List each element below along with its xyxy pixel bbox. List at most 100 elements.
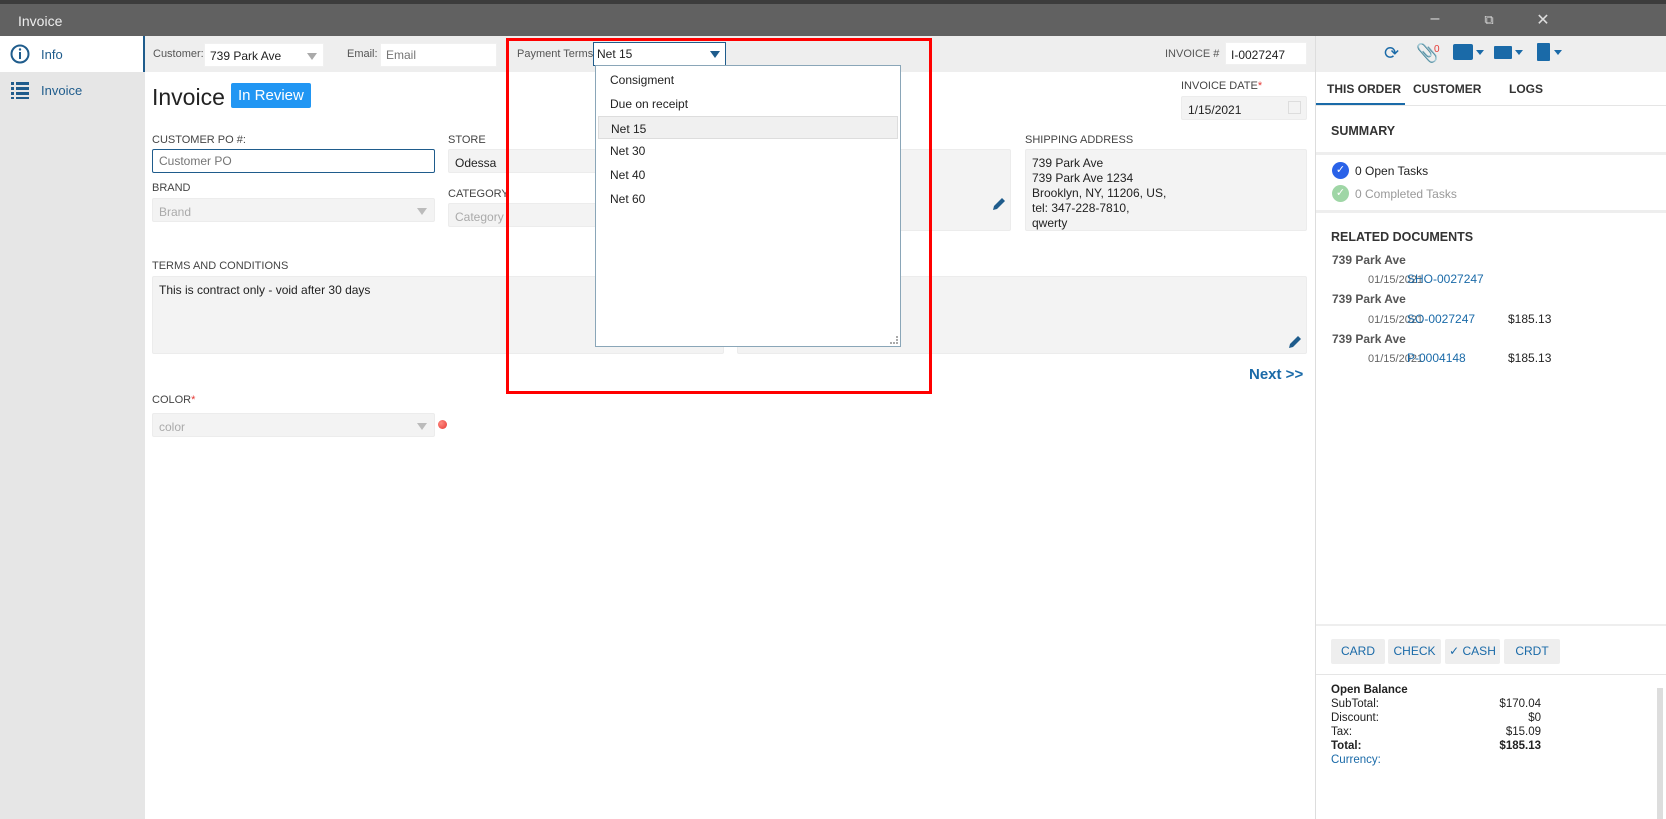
checkmark-icon: ✓: [1449, 644, 1463, 658]
check-button[interactable]: CHECK: [1388, 639, 1441, 664]
color-select[interactable]: color: [152, 413, 435, 437]
next-button[interactable]: Next >>: [1249, 366, 1303, 383]
color-label: COLOR*: [152, 394, 196, 406]
customer-value: 739 Park Ave: [210, 49, 282, 63]
edit-pencil-icon[interactable]: [991, 196, 1007, 212]
total-row: Total: $185.13: [1331, 740, 1541, 752]
sidebar-item-info[interactable]: Info: [0, 36, 145, 72]
category-select[interactable]: Category: [448, 203, 598, 227]
divider: [1316, 152, 1666, 155]
chevron-down-icon: [307, 53, 317, 60]
list-icon: [11, 82, 29, 99]
brand-label: BRAND: [152, 182, 191, 194]
option-net-60[interactable]: Net 60: [598, 187, 898, 210]
invoice-date-label: INVOICE DATE*: [1181, 80, 1263, 92]
divider: [1316, 624, 1666, 626]
option-due-on-receipt[interactable]: Due on receipt: [598, 92, 898, 115]
sidebar-item-label: Invoice: [41, 83, 83, 98]
status-badge: In Review: [231, 83, 311, 108]
tax-value: $15.09: [1505, 726, 1541, 738]
edit-pencil-icon[interactable]: [1287, 334, 1303, 350]
completed-tasks[interactable]: 0 Completed Tasks: [1355, 187, 1457, 201]
check-circle-icon: ✓: [1332, 185, 1349, 202]
chevron-down-icon[interactable]: [1515, 50, 1523, 55]
tab-logs[interactable]: LOGS: [1509, 82, 1543, 96]
document-name: 739 Park Ave: [1332, 292, 1406, 306]
divider: [1316, 210, 1666, 213]
print-icon[interactable]: [1453, 44, 1473, 60]
document-link[interactable]: SO-0027247: [1407, 312, 1475, 326]
document-link[interactable]: SHO-0027247: [1407, 272, 1484, 286]
sidebar: Info Invoice: [0, 36, 145, 819]
payment-terms-select[interactable]: Net 15: [593, 42, 726, 66]
category-label: CATEGORY: [448, 188, 509, 200]
document-link[interactable]: P-0004148: [1407, 351, 1466, 365]
currency-link[interactable]: Currency:: [1331, 754, 1541, 766]
chevron-down-icon: [710, 51, 720, 58]
store-select[interactable]: Odessa: [448, 149, 598, 173]
discount-value: $0: [1528, 712, 1541, 724]
sidebar-item-label: Info: [41, 47, 63, 62]
cash-label: CASH: [1462, 644, 1496, 658]
brand-select[interactable]: Brand: [152, 198, 435, 222]
tab-customer[interactable]: CUSTOMER: [1413, 82, 1481, 96]
tab-this-order[interactable]: THIS ORDER: [1327, 82, 1401, 96]
calendar-icon[interactable]: [1288, 101, 1301, 114]
address-line: Brooklyn, NY, 11206, US,: [1032, 186, 1167, 200]
credit-button[interactable]: CRDT: [1504, 639, 1560, 664]
invoice-number-label: INVOICE #: [1165, 48, 1220, 60]
terms-label: TERMS AND CONDITIONS: [152, 260, 289, 272]
color-placeholder: color: [159, 420, 186, 434]
shipping-address-box: 739 Park Ave 739 Park Ave 1234 Brooklyn,…: [1025, 149, 1307, 231]
check-circle-icon: ✓: [1332, 162, 1349, 179]
action-bar: ⟳ 📎 0: [1316, 36, 1666, 72]
invoice-date-label-text: INVOICE DATE: [1181, 80, 1258, 92]
info-icon: [10, 44, 30, 64]
document-icon[interactable]: [1537, 43, 1550, 61]
cash-button[interactable]: ✓ CASH: [1445, 639, 1500, 664]
address-line: 739 Park Ave 1234: [1032, 171, 1134, 185]
open-tasks[interactable]: 0 Open Tasks: [1355, 164, 1428, 178]
customer-po-label: CUSTOMER PO #:: [152, 134, 246, 146]
refresh-icon[interactable]: ⟳: [1384, 43, 1399, 64]
card-button[interactable]: CARD: [1331, 639, 1385, 664]
chevron-down-icon: [417, 208, 427, 215]
option-net-15[interactable]: Net 15: [598, 116, 898, 139]
subtotal-value: $170.04: [1499, 698, 1541, 710]
store-label: STORE: [448, 134, 486, 146]
sidebar-item-invoice[interactable]: Invoice: [0, 72, 145, 108]
email-label: Email:: [347, 48, 378, 60]
chevron-down-icon[interactable]: [1476, 50, 1484, 55]
resize-grip-icon[interactable]: [890, 336, 898, 344]
chevron-down-icon[interactable]: [1554, 50, 1562, 55]
required-indicator-icon: [438, 420, 447, 429]
address-line: 739 Park Ave: [1032, 156, 1104, 170]
discount-row: Discount: $0: [1331, 712, 1541, 724]
option-net-30[interactable]: Net 30: [598, 139, 898, 162]
close-icon[interactable]: ✕: [1528, 10, 1558, 30]
subtotal-label: SubTotal:: [1331, 698, 1379, 710]
customer-po-input[interactable]: [152, 149, 435, 173]
address-line: tel: 347-228-7810,: [1032, 201, 1130, 215]
minimize-icon[interactable]: –: [1420, 10, 1450, 28]
scrollbar[interactable]: [1657, 688, 1663, 819]
chevron-down-icon: [417, 423, 427, 430]
related-documents-title: RELATED DOCUMENTS: [1331, 230, 1474, 244]
customer-select[interactable]: 739 Park Ave: [204, 43, 324, 67]
title-bar: Invoice – ⧉ ✕: [0, 0, 1666, 36]
payment-terms-dropdown[interactable]: Consigment Due on receipt Net 15 Net 30 …: [595, 65, 901, 347]
option-consigment[interactable]: Consigment: [598, 68, 898, 91]
summary-title: SUMMARY: [1331, 124, 1396, 138]
page-title: Invoice: [152, 84, 225, 110]
divider: [1316, 105, 1666, 106]
right-panel: ⟳ 📎 0 THIS ORDER CUSTOMER LOGS SUMMARY ✓…: [1315, 36, 1666, 819]
attachment-count: 0: [1434, 44, 1440, 55]
email-input[interactable]: [380, 43, 497, 67]
document-amount: $185.13: [1508, 351, 1552, 365]
invoice-date-input[interactable]: 1/15/2021: [1181, 96, 1307, 120]
restore-icon[interactable]: ⧉: [1474, 12, 1504, 28]
payment-terms-value: Net 15: [597, 47, 633, 61]
invoice-number-input[interactable]: I-0027247: [1225, 42, 1307, 65]
email-icon[interactable]: [1494, 46, 1512, 59]
option-net-40[interactable]: Net 40: [598, 163, 898, 186]
